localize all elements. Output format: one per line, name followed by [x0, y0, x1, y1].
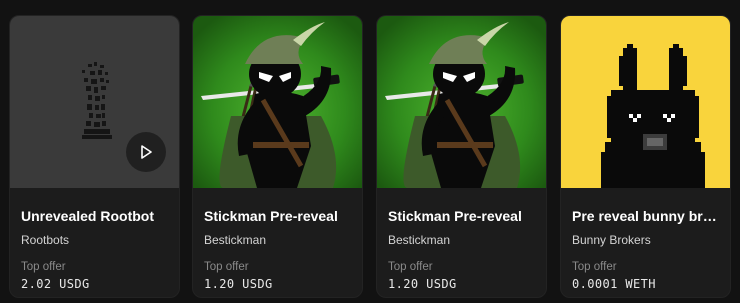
play-icon	[141, 145, 152, 159]
top-offer-label: Top offer	[388, 261, 433, 273]
collection-name[interactable]: Rootbots	[21, 232, 168, 248]
top-offer-value: 1.20 USDG	[204, 277, 273, 291]
top-offer-label: Top offer	[572, 261, 617, 273]
nft-title[interactable]: Unrevealed Rootbot	[21, 207, 168, 225]
stickman-archer-icon	[377, 16, 547, 188]
play-button[interactable]	[126, 132, 166, 172]
collection-name[interactable]: Bunny Brokers	[572, 232, 719, 248]
nft-thumbnail[interactable]	[377, 16, 547, 188]
nft-card[interactable]: Stickman Pre-reveal Bestickman Top offer…	[192, 15, 363, 298]
stickman-archer-icon	[193, 16, 363, 188]
nft-info: Stickman Pre-reveal Bestickman Top offer…	[193, 188, 362, 297]
top-offer-label: Top offer	[204, 261, 249, 273]
nft-title[interactable]: Stickman Pre-reveal	[204, 207, 351, 225]
top-offer-value: 1.20 USDG	[388, 277, 457, 291]
nft-title[interactable]: Pre reveal bunny brokers	[572, 207, 719, 225]
nft-card[interactable]: Stickman Pre-reveal Bestickman Top offer…	[376, 15, 547, 298]
top-offer-value: 2.02 USDG	[21, 277, 90, 291]
pixel-bunny-icon	[561, 16, 730, 188]
nft-info: Pre reveal bunny brokers Bunny Brokers T…	[561, 188, 730, 297]
top-offer-label: Top offer	[21, 261, 66, 273]
nft-info: Unrevealed Rootbot Rootbots Top offer 2.…	[10, 188, 179, 297]
collection-name[interactable]: Bestickman	[204, 232, 351, 248]
nft-title[interactable]: Stickman Pre-reveal	[388, 207, 535, 225]
nft-thumbnail[interactable]	[561, 16, 730, 188]
nft-info: Stickman Pre-reveal Bestickman Top offer…	[377, 188, 546, 297]
nft-thumbnail[interactable]	[10, 16, 179, 188]
collection-name[interactable]: Bestickman	[388, 232, 535, 248]
top-offer-value: 0.0001 WETH	[572, 277, 656, 291]
nft-card[interactable]: Unrevealed Rootbot Rootbots Top offer 2.…	[9, 15, 180, 298]
nft-card[interactable]: Pre reveal bunny brokers Bunny Brokers T…	[560, 15, 731, 298]
nft-thumbnail[interactable]	[193, 16, 363, 188]
